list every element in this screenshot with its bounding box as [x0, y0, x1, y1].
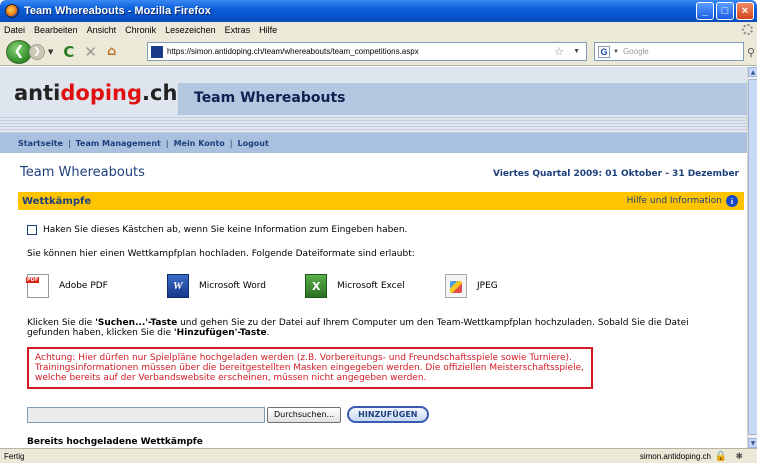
file-upload-row: Durchsuchen... HINZUFÜGEN [27, 406, 429, 423]
no-info-checkbox-label: Haken Sie dieses Kästchen ab, wenn Sie k… [43, 225, 408, 235]
format-jpeg: JPEG [445, 274, 498, 298]
close-button[interactable]: × [736, 2, 754, 20]
addon-icon[interactable]: ✱ [735, 451, 743, 462]
nav-link-team-management[interactable]: Team Management [76, 139, 161, 148]
uploaded-competitions-heading: Bereits hochgeladene Wettkämpfe [27, 437, 203, 447]
upload-intro: Sie können hier einen Wettkampfplan hoch… [27, 249, 415, 259]
page-viewport: antidoping.ch Team Whereabouts Startseit… [0, 67, 747, 448]
browse-button[interactable]: Durchsuchen... [267, 406, 342, 423]
quarter-label: Viertes Quartal 2009: 01 Oktober - 31 De… [493, 169, 739, 179]
word-icon [167, 274, 189, 298]
no-info-checkbox[interactable] [27, 225, 37, 235]
window-title: Team Whereabouts - Mozilla Firefox [24, 5, 211, 17]
google-icon[interactable]: G [598, 45, 610, 58]
site-logo[interactable]: antidoping.ch [14, 81, 177, 105]
format-excel-label: Microsoft Excel [337, 281, 405, 291]
search-engine-dropdown-icon[interactable]: ▼ [613, 49, 619, 55]
vertical-scrollbar[interactable]: ▲ ▼ [747, 67, 757, 448]
stop-icon[interactable]: ✕ [84, 43, 97, 61]
search-box[interactable]: G ▼ Google [594, 42, 744, 61]
status-host[interactable]: simon.antidoping.ch [640, 452, 711, 461]
bookmark-star-icon[interactable]: ☆ [554, 45, 564, 58]
site-favicon-icon [151, 45, 163, 58]
menu-hilfe[interactable]: Hilfe [259, 25, 277, 35]
firefox-icon [5, 4, 19, 18]
menu-lesezeichen[interactable]: Lesezeichen [165, 25, 216, 35]
window-title-bar: Team Whereabouts - Mozilla Firefox _ □ × [0, 0, 757, 22]
address-bar[interactable]: https://simon.antidoping.ch/team/whereab… [147, 42, 587, 61]
warning-box: Achtung: Hier dürfen nur Spielpläne hoch… [27, 347, 593, 389]
reload-icon[interactable]: C [63, 43, 74, 61]
instr-bold-suchen: 'Suchen...'-Taste [95, 318, 178, 328]
file-format-list: Adobe PDF Microsoft Word Microsoft Excel… [26, 274, 498, 298]
url-text[interactable]: https://simon.antidoping.ch/team/whereab… [167, 47, 419, 56]
throbber-icon [742, 24, 753, 35]
jpeg-icon [445, 274, 467, 298]
format-word: Microsoft Word [167, 274, 305, 298]
scroll-thumb[interactable] [748, 79, 757, 435]
nav-link-mein-konto[interactable]: Mein Konto [174, 139, 225, 148]
site-navigation: Startseite | Team Management | Mein Kont… [0, 133, 747, 153]
excel-icon [305, 274, 327, 298]
maximize-button[interactable]: □ [716, 2, 734, 20]
site-header: antidoping.ch Team Whereabouts [0, 67, 747, 133]
format-excel: Microsoft Excel [305, 274, 445, 298]
format-jpeg-label: JPEG [477, 281, 498, 291]
minimize-button[interactable]: _ [696, 2, 714, 20]
home-icon[interactable]: ⌂ [107, 44, 116, 59]
instr-text-1: Klicken Sie die [27, 318, 96, 328]
section-bar-title: Wettkämpfe [22, 195, 92, 207]
menu-chronik[interactable]: Chronik [125, 25, 156, 35]
header-title-band: Team Whereabouts [178, 83, 747, 115]
instr-text-3: . [266, 328, 270, 338]
menu-bearbeiten[interactable]: Bearbeiten [34, 25, 78, 35]
page-title: Team Whereabouts [20, 165, 145, 180]
logo-part-ch: .ch [142, 81, 178, 105]
search-magnifier-icon[interactable]: ⚲ [747, 46, 755, 59]
search-placeholder: Google [622, 47, 649, 56]
nav-link-startseite[interactable]: Startseite [18, 139, 63, 148]
menu-extras[interactable]: Extras [225, 25, 251, 35]
no-info-checkbox-row: Haken Sie dieses Kästchen ab, wenn Sie k… [27, 225, 407, 235]
header-title: Team Whereabouts [194, 90, 346, 106]
nav-separator: | [165, 138, 169, 148]
status-text: Fertig [4, 451, 25, 461]
help-link[interactable]: Hilfe und Information i [627, 195, 738, 207]
url-dropdown-icon[interactable]: ▼ [573, 48, 580, 55]
lock-icon[interactable]: 🔒 [715, 451, 727, 462]
file-path-input[interactable] [27, 406, 265, 423]
help-label[interactable]: Hilfe und Information [627, 196, 722, 206]
header-stripe [0, 115, 747, 133]
logo-part-doping: doping [60, 81, 143, 105]
history-dropdown-icon[interactable]: ▼ [48, 48, 53, 56]
menu-bar: Datei Bearbeiten Ansicht Chronik Lesezei… [0, 22, 757, 38]
info-icon[interactable]: i [726, 195, 738, 207]
logo-part-anti: anti [14, 81, 61, 105]
instr-bold-hinzufuegen: 'Hinzufügen'-Taste [173, 328, 267, 338]
add-button[interactable]: HINZUFÜGEN [347, 406, 429, 423]
menu-datei[interactable]: Datei [4, 25, 25, 35]
nav-link-logout[interactable]: Logout [237, 139, 268, 148]
scroll-up-icon[interactable]: ▲ [748, 67, 757, 77]
pdf-icon [26, 274, 49, 298]
scroll-down-icon[interactable]: ▼ [748, 438, 757, 448]
navigation-toolbar: ❮ ❯ ▼ C ✕ ⌂ https://simon.antidoping.ch/… [0, 38, 757, 66]
nav-separator: | [229, 138, 233, 148]
format-pdf-label: Adobe PDF [59, 281, 108, 291]
forward-arrow-icon[interactable]: ❯ [29, 43, 45, 60]
format-word-label: Microsoft Word [199, 281, 266, 291]
upload-instructions: Klicken Sie die 'Suchen...'-Taste und ge… [27, 318, 733, 338]
menu-ansicht[interactable]: Ansicht [87, 25, 117, 35]
nav-separator: | [67, 138, 71, 148]
status-bar: Fertig simon.antidoping.ch 🔒 ✱ [0, 448, 757, 463]
section-bar: Wettkämpfe Hilfe und Information i [18, 192, 744, 210]
window-controls: _ □ × [696, 2, 754, 20]
format-pdf: Adobe PDF [26, 274, 167, 298]
